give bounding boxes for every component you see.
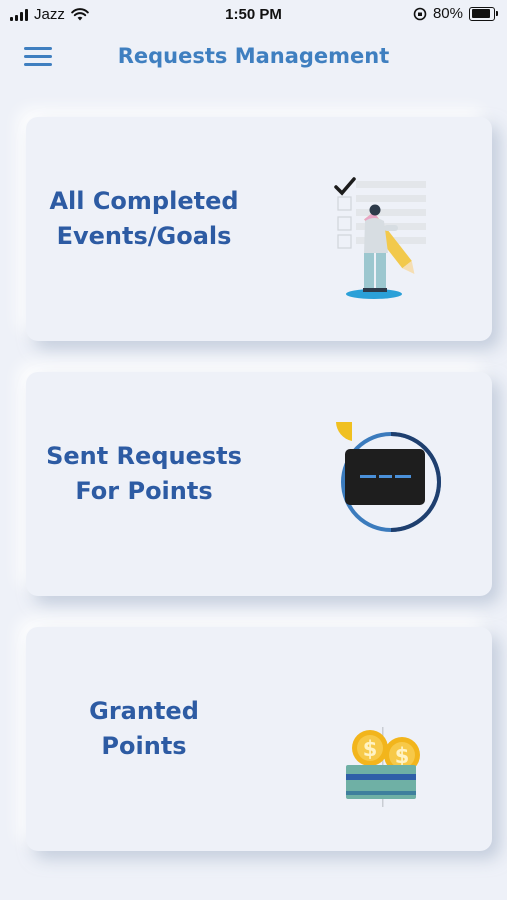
- header: Requests Management: [0, 38, 507, 78]
- sent-requests-label: Sent Requests For Points: [46, 442, 242, 505]
- coins-wallet-illustration: $ $: [346, 727, 420, 807]
- svg-text:$: $: [363, 737, 378, 761]
- granted-points-label: Granted Points: [89, 697, 199, 760]
- battery-percent: 80%: [432, 5, 463, 22]
- completed-events-label: All Completed Events/Goals: [49, 187, 239, 250]
- granted-points-card[interactable]: Granted Points $ $: [26, 627, 492, 851]
- checklist-person-pencil-illustration: [334, 177, 426, 299]
- status-bar: Jazz 1:50 PM 80%: [0, 0, 507, 30]
- completed-events-card[interactable]: All Completed Events/Goals: [26, 117, 492, 341]
- orientation-lock-icon: [413, 7, 427, 20]
- svg-text:$: $: [395, 744, 410, 768]
- sent-requests-card[interactable]: Sent Requests For Points: [26, 372, 492, 596]
- page-title: Requests Management: [117, 44, 390, 68]
- status-right: 80%: [413, 5, 498, 22]
- battery-icon: [469, 6, 498, 21]
- card-circle-illustration: [336, 422, 441, 532]
